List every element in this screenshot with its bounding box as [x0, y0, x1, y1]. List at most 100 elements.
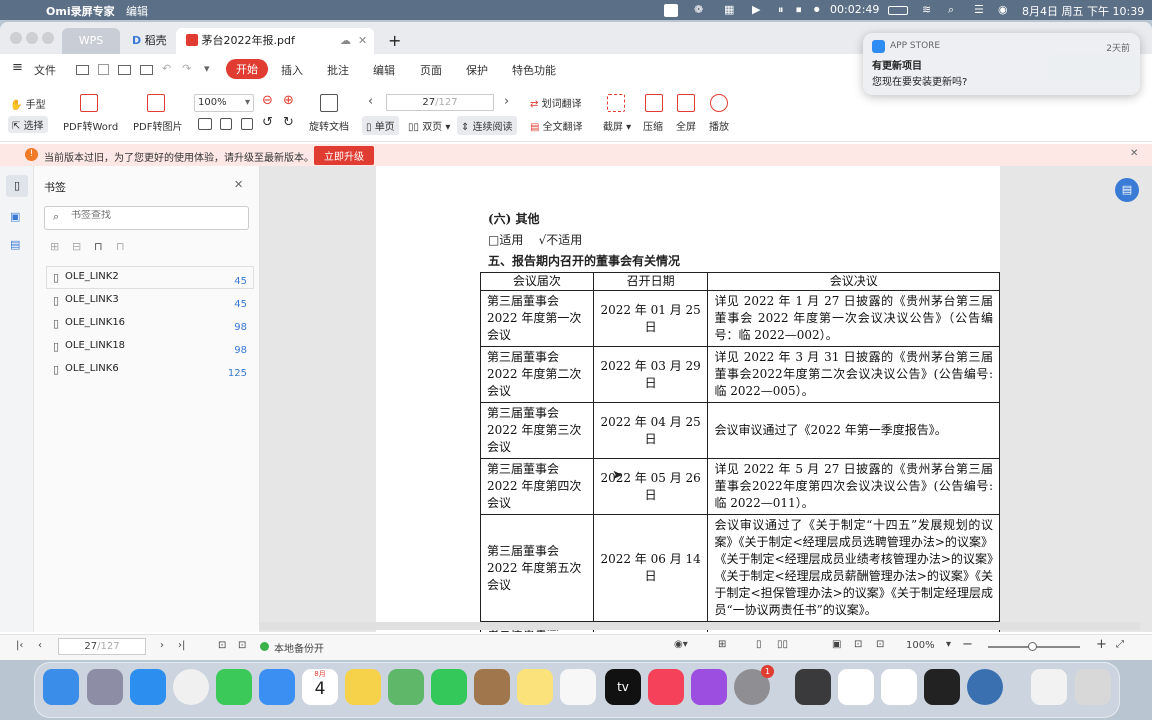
actual-size-icon[interactable]: [198, 118, 212, 130]
maps-icon[interactable]: [388, 669, 424, 705]
menu-annotate[interactable]: 批注: [327, 62, 349, 78]
wps-status-icon[interactable]: [664, 4, 678, 17]
actual-size-icon[interactable]: ▣: [832, 639, 841, 650]
upgrade-button[interactable]: 立即升级: [314, 146, 374, 165]
menu-start[interactable]: 开始: [226, 59, 268, 79]
system-preferences-icon[interactable]: 1: [734, 665, 774, 705]
save-icon[interactable]: [98, 64, 109, 75]
fit-width-icon[interactable]: [241, 118, 253, 130]
print-icon[interactable]: [118, 65, 131, 75]
play-button[interactable]: 播放: [709, 118, 729, 133]
quicktime-icon[interactable]: [967, 669, 1003, 705]
rotate-left-icon[interactable]: ↺: [262, 115, 273, 130]
back-icon[interactable]: ⊡: [218, 640, 226, 651]
double-page-button[interactable]: ▯▯ 双页 ▾: [408, 118, 450, 133]
sidebar-item-bookmark[interactable]: ▯ OLE_LINK2 45: [46, 266, 254, 289]
tab-pdf[interactable]: 茅台2022年报.pdf ☁ ✕: [176, 28, 374, 54]
add-child-bookmark-icon[interactable]: ⊟: [72, 240, 81, 253]
sidebar-item-bookmark[interactable]: ▯ OLE_LINK6 125: [46, 358, 254, 381]
sidebar-item-bookmark[interactable]: ▯ OLE_LINK18 98: [46, 335, 254, 358]
menu-page[interactable]: 页面: [420, 62, 442, 78]
full-translate-button[interactable]: ▤ 全文翻译: [530, 118, 583, 133]
open-icon[interactable]: [76, 65, 89, 75]
close-sidebar-icon[interactable]: ✕: [234, 178, 243, 191]
close-window-button[interactable]: [10, 32, 22, 44]
zoom-slider[interactable]: [988, 642, 1080, 651]
layout-icon[interactable]: ⊞: [718, 639, 726, 650]
zoom-in-icon[interactable]: +: [1096, 637, 1107, 652]
control-center-icon[interactable]: ☰: [974, 3, 984, 16]
select-tool[interactable]: ⇱ 选择: [8, 116, 48, 133]
chrome-icon[interactable]: [173, 669, 209, 705]
launchpad-icon[interactable]: [87, 669, 123, 705]
hamburger-icon[interactable]: ≡: [12, 60, 23, 75]
pdf-to-image-button[interactable]: PDF转图片: [133, 118, 182, 133]
rotate-doc-button[interactable]: 旋转文档: [309, 118, 349, 133]
clock[interactable]: 8月4日 周五 下午 10:39: [1022, 3, 1144, 19]
music-icon[interactable]: [648, 669, 684, 705]
zoom-slider-handle[interactable]: [1028, 642, 1037, 651]
zoom-window-button[interactable]: [42, 32, 54, 44]
prev-page-icon[interactable]: ‹: [368, 94, 373, 109]
hand-tool[interactable]: ✋ 手型: [10, 96, 46, 111]
stop-record-icon[interactable]: ⏹: [796, 3, 802, 17]
double-view-icon[interactable]: ▯▯: [777, 639, 788, 650]
baidu-netdisk-icon[interactable]: [838, 669, 874, 705]
bookmark-search-input[interactable]: [71, 210, 241, 221]
wifi-icon[interactable]: ≋: [922, 3, 931, 16]
fit-page-icon[interactable]: ⊡: [854, 639, 862, 650]
backup-status[interactable]: 本地备份开: [274, 640, 324, 655]
thumbnail-panel-icon[interactable]: ▣: [10, 210, 20, 223]
expand-icon[interactable]: ⤢: [1116, 639, 1124, 650]
continuous-read-button[interactable]: ⇕ 连续阅读: [457, 116, 517, 135]
minimize-window-button[interactable]: [26, 32, 38, 44]
contacts-icon[interactable]: [474, 669, 510, 705]
horizontal-scrollbar[interactable]: [260, 622, 1140, 630]
grid-status-icon[interactable]: ▦: [724, 3, 734, 16]
document-file-icon[interactable]: [1031, 669, 1067, 705]
calculator-icon[interactable]: [795, 669, 831, 705]
page-input[interactable]: 27/127: [386, 94, 494, 111]
single-page-button[interactable]: ▯ 单页: [362, 116, 399, 135]
tab-docer[interactable]: D 稻壳: [122, 28, 174, 54]
photos-icon[interactable]: [345, 669, 381, 705]
close-notice-icon[interactable]: ✕: [1130, 148, 1138, 159]
prev-page-icon[interactable]: ‹: [38, 640, 42, 651]
pause-record-icon[interactable]: ⏸: [778, 3, 784, 17]
sidebar-item-bookmark[interactable]: ▯ OLE_LINK16 98: [46, 312, 254, 335]
more-icon[interactable]: ▾: [204, 62, 210, 75]
undo-icon[interactable]: ↶: [162, 62, 171, 75]
menu-insert[interactable]: 插入: [281, 62, 303, 78]
single-view-icon[interactable]: ▯: [756, 639, 762, 650]
float-tool-icon[interactable]: ▤: [1115, 178, 1139, 202]
facetime-icon[interactable]: [431, 669, 467, 705]
cloud-icon[interactable]: ☁: [340, 28, 351, 54]
print-preview-icon[interactable]: [140, 65, 153, 75]
tab-wps[interactable]: WPS: [62, 28, 120, 54]
wps-office-icon[interactable]: [881, 669, 917, 705]
zoom-out-icon[interactable]: −: [962, 637, 973, 652]
status-page-input[interactable]: 27/127: [58, 638, 146, 655]
screen-recorder-icon[interactable]: [924, 669, 960, 705]
finder-icon[interactable]: [43, 669, 79, 705]
document-canvas[interactable]: (六) 其他 □适用 √不适用 五、报告期内召开的董事会有关情况 会议届次 召开…: [260, 166, 1152, 632]
mail-icon[interactable]: [259, 669, 295, 705]
app-name[interactable]: Omi录屏专家: [46, 3, 115, 19]
sidebar-item-bookmark[interactable]: ▯ OLE_LINK3 45: [46, 289, 254, 312]
forward-icon[interactable]: ⊡: [238, 640, 246, 651]
notification-card[interactable]: APP STORE 2天前 有更新项目 您现在要安装更新吗?: [863, 33, 1140, 95]
last-page-icon[interactable]: ›|: [178, 640, 185, 651]
siri-icon[interactable]: ◉: [998, 3, 1008, 16]
rotate-right-icon[interactable]: ↻: [283, 115, 294, 130]
menu-edit[interactable]: 编辑: [373, 62, 395, 78]
play-status-icon[interactable]: ▶: [752, 3, 760, 16]
screenshot-button[interactable]: 截屏 ▾: [603, 118, 631, 133]
menu-protect[interactable]: 保护: [466, 62, 488, 78]
chevron-down-icon[interactable]: ▾: [946, 639, 951, 650]
word-translate-button[interactable]: ⇄ 划词翻译: [530, 95, 582, 110]
pdf-to-word-button[interactable]: PDF转Word: [63, 118, 118, 133]
fit-page-icon[interactable]: [220, 118, 232, 130]
compress-button[interactable]: 压缩: [643, 118, 663, 133]
recording-icon[interactable]: ⏺: [814, 3, 820, 17]
zoom-out-icon[interactable]: ⊖: [262, 93, 273, 108]
